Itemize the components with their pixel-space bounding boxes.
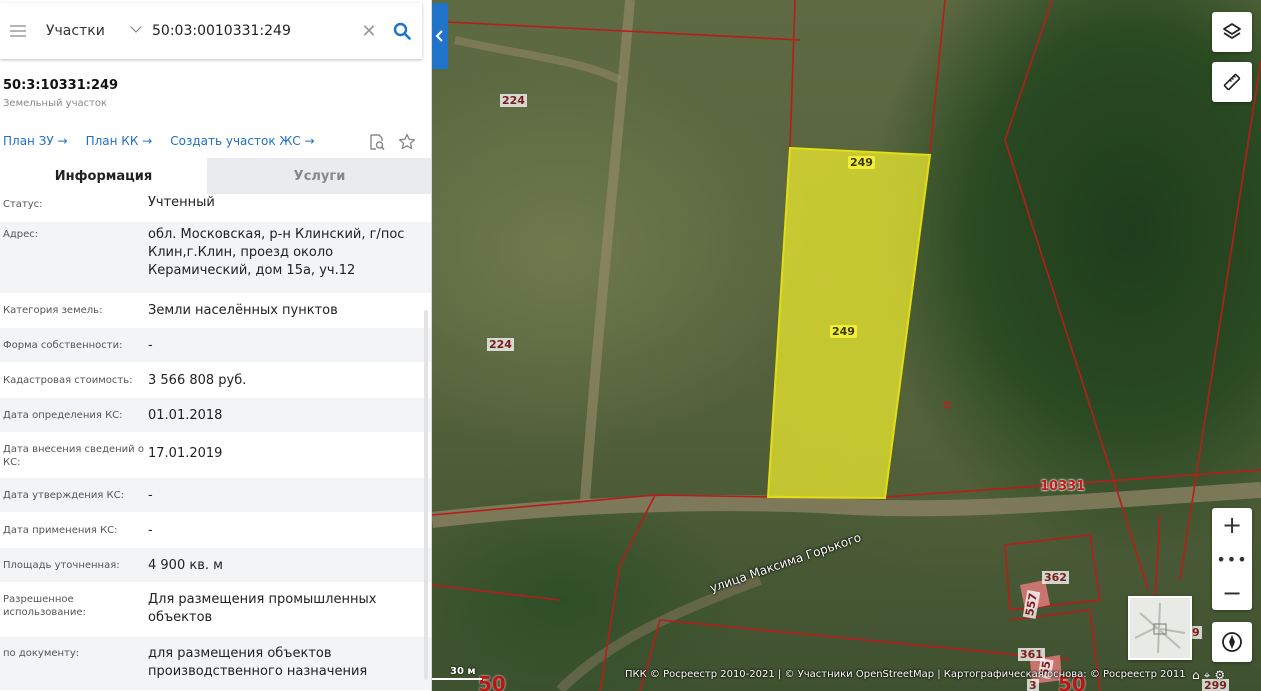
info-value: 17.01.2019 bbox=[148, 446, 223, 461]
info-label: Категория земель: bbox=[3, 305, 103, 316]
star-icon[interactable] bbox=[398, 133, 416, 151]
info-value: - bbox=[148, 523, 153, 538]
info-row: Кадастровая стоимость: 3 566 808 руб. bbox=[0, 363, 431, 398]
info-value: - bbox=[148, 338, 153, 353]
info-label: Площадь уточненная: bbox=[3, 560, 120, 571]
search-input[interactable] bbox=[146, 3, 356, 59]
plan-zu-link[interactable]: План ЗУ → bbox=[3, 134, 68, 148]
object-type-value: Участки bbox=[46, 23, 105, 39]
menu-icon[interactable] bbox=[0, 3, 36, 59]
clear-icon[interactable]: ✕ bbox=[356, 3, 382, 59]
parcel-249-polygon bbox=[766, 146, 932, 500]
settings-icon[interactable]: ⚙ bbox=[1214, 668, 1229, 682]
plan-kk-link[interactable]: План КК → bbox=[86, 134, 153, 148]
info-row: по документу: для размещения объектов пр… bbox=[0, 637, 431, 691]
info-value: Учтенный bbox=[148, 195, 215, 210]
parcel-label: 362 bbox=[1042, 571, 1069, 584]
object-type-select[interactable]: Участки bbox=[36, 3, 146, 59]
collapse-sidebar-button[interactable] bbox=[432, 3, 448, 69]
info-row: Дата применения КС: - bbox=[0, 513, 431, 548]
info-value: Для размещения промышленных объектов bbox=[148, 592, 377, 625]
region-code-label: 50 bbox=[478, 672, 506, 691]
info-value: Земли населённых пунктов bbox=[148, 303, 338, 318]
info-label: Разрешенное использование: bbox=[3, 594, 86, 618]
info-value: для размещения объектов производственног… bbox=[148, 646, 368, 679]
info-label: Дата утверждения КС: bbox=[3, 490, 124, 501]
action-links: План ЗУ → План КК → Создать участок ЖС → bbox=[3, 134, 315, 148]
info-row: Дата определения КС: 01.01.2018 bbox=[0, 398, 431, 433]
compass-icon bbox=[1222, 632, 1242, 652]
info-value: - bbox=[148, 488, 153, 503]
minimap[interactable] bbox=[1128, 596, 1192, 660]
layers-button[interactable] bbox=[1212, 12, 1252, 52]
info-label: Дата внесения сведений о КС: bbox=[3, 444, 144, 468]
search-document-icon[interactable] bbox=[368, 133, 386, 151]
object-actions bbox=[368, 133, 416, 151]
info-label: Форма собственности: bbox=[3, 340, 123, 351]
ruler-icon bbox=[1223, 73, 1241, 91]
scrollbar[interactable] bbox=[424, 310, 428, 680]
info-value: 01.01.2018 bbox=[148, 408, 223, 423]
parcel-label: 224 bbox=[487, 338, 514, 351]
parcel-label: 3 bbox=[1027, 679, 1039, 691]
info-label: по документу: bbox=[3, 648, 80, 659]
share-icon[interactable]: ⌖ bbox=[1204, 668, 1215, 682]
chevron-left-icon bbox=[435, 30, 443, 42]
info-value: 3 566 808 руб. bbox=[148, 373, 247, 388]
info-label: Кадастровая стоимость: bbox=[3, 375, 133, 386]
info-row: Дата внесения сведений о КС: 17.01.2019 bbox=[0, 433, 431, 478]
tab-info[interactable]: Информация bbox=[0, 158, 207, 194]
cadastral-quarter-label: 10331 bbox=[1040, 479, 1086, 494]
info-row: Категория земель: Земли населённых пункт… bbox=[0, 294, 431, 328]
info-row: Площадь уточненная: 4 900 кв. м bbox=[0, 548, 431, 583]
info-label: Дата определения КС: bbox=[3, 410, 123, 421]
object-type: Земельный участок bbox=[3, 98, 108, 109]
zoom-in-button[interactable]: + bbox=[1212, 508, 1252, 542]
home-icon[interactable]: ⌂ bbox=[1192, 668, 1204, 682]
info-row: Форма собственности: - bbox=[0, 328, 431, 363]
search-button[interactable] bbox=[382, 3, 422, 59]
info-row: Адрес: обл. Московская, р-н Клинский, г/… bbox=[0, 222, 431, 294]
chevron-down-icon bbox=[130, 21, 142, 33]
zoom-controls: + ••• − bbox=[1212, 508, 1252, 610]
map-footer-icons: ⌂⌖⚙ bbox=[1192, 668, 1229, 683]
minimap-preview bbox=[1134, 602, 1186, 654]
compass-button[interactable] bbox=[1212, 622, 1252, 662]
scale-bar: 30 м bbox=[432, 666, 482, 680]
cadastral-number: 50:3:10331:249 bbox=[3, 78, 119, 93]
tabs: Информация Услуги bbox=[0, 158, 431, 194]
parcel-label: 249 bbox=[830, 325, 857, 338]
info-label: Дата применения КС: bbox=[3, 525, 118, 536]
info-row: Статус: Учтенный bbox=[0, 194, 431, 222]
info-value: 4 900 кв. м bbox=[148, 558, 223, 573]
measure-button[interactable] bbox=[1212, 62, 1252, 102]
info-label: Статус: bbox=[3, 199, 43, 210]
layers-icon bbox=[1223, 23, 1241, 39]
info-value: обл. Московская, р-н Клинский, г/пос Кли… bbox=[148, 227, 405, 278]
create-parcel-link[interactable]: Создать участок ЖС → bbox=[170, 134, 314, 148]
search-box: Участки ✕ bbox=[0, 3, 422, 59]
info-label: Адрес: bbox=[3, 229, 39, 240]
info-row: Дата утверждения КС: - bbox=[0, 478, 431, 513]
info-sidebar: Участки ✕ 50:3:10331:249 Земельный участ… bbox=[0, 0, 432, 691]
search-icon bbox=[393, 22, 411, 40]
parcel-label: 224 bbox=[500, 94, 527, 107]
tab-services[interactable]: Услуги bbox=[207, 158, 431, 194]
info-row: Разрешенное использование: Для размещени… bbox=[0, 583, 431, 637]
parcel-label: 249 bbox=[848, 156, 875, 169]
search-bar: Участки ✕ bbox=[0, 0, 431, 70]
zoom-out-button[interactable]: − bbox=[1212, 576, 1252, 610]
map-copyright: ПКК © Росреестр 2010-2021 | © Участники … bbox=[625, 669, 1186, 680]
more-button[interactable]: ••• bbox=[1212, 542, 1252, 576]
info-table: Статус: Учтенный Адрес: обл. Московская,… bbox=[0, 194, 431, 691]
